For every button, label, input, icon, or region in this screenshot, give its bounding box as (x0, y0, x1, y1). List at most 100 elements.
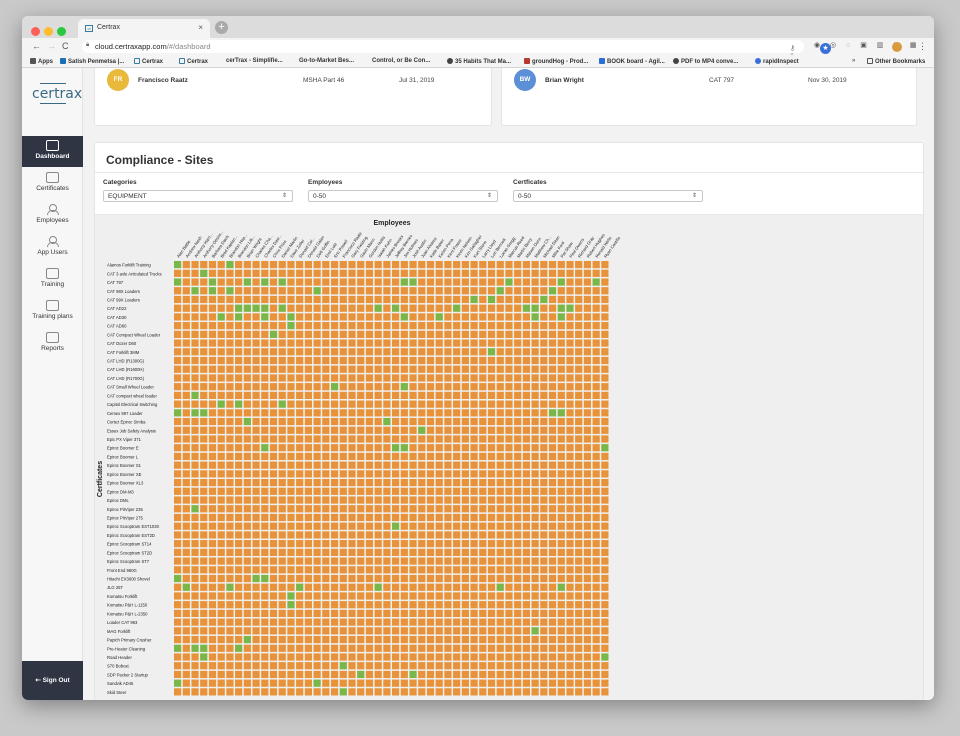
non-compliant-cell (339, 601, 347, 609)
non-compliant-cell (496, 461, 504, 469)
non-compliant-cell (392, 383, 400, 391)
menu-dots-icon[interactable]: ⋮ (918, 41, 927, 52)
non-compliant-cell (548, 426, 557, 434)
non-compliant-cell (174, 540, 182, 548)
back-icon[interactable]: ← (32, 41, 41, 51)
sidebar-item-certificates[interactable]: Certificates (22, 168, 83, 199)
non-compliant-cell (435, 522, 443, 530)
non-compliant-cell (583, 670, 592, 679)
non-compliant-cell (278, 688, 286, 696)
non-compliant-cell (330, 444, 339, 452)
non-compliant-cell (557, 679, 565, 687)
profile-avatar[interactable] (892, 42, 902, 52)
non-compliant-cell (313, 339, 321, 347)
reload-icon[interactable]: C (62, 41, 69, 51)
employees-filter-select[interactable]: 0-50 ⇕ (308, 190, 498, 202)
bookmarks-overflow-button[interactable]: » (852, 58, 855, 64)
url-field[interactable]: 🔒︎ cloud.certraxapp.com/#/dashboard ⚷ ⌕★ (82, 40, 831, 59)
non-compliant-cell (296, 557, 304, 565)
compliant-cell (182, 583, 190, 591)
non-compliant-cell (505, 601, 513, 609)
non-compliant-cell (217, 583, 225, 591)
sign-out-button[interactable]: ⇠ Sign Out (22, 661, 83, 700)
non-compliant-cell (392, 356, 400, 365)
non-compliant-cell (252, 435, 260, 443)
non-compliant-cell (435, 644, 443, 652)
bookmark-groundhog[interactable]: groundHog - Prod... (524, 58, 588, 65)
non-compliant-cell (479, 339, 487, 347)
non-compliant-cell (174, 269, 182, 277)
non-compliant-cell (435, 356, 443, 365)
non-compliant-cell (479, 348, 487, 356)
non-compliant-cell (374, 330, 382, 338)
non-compliant-cell (261, 374, 269, 382)
compliant-cell (243, 635, 251, 644)
compliant-cell (217, 400, 225, 408)
non-compliant-cell (479, 679, 487, 687)
non-compliant-cell (208, 452, 217, 461)
non-compliant-cell (357, 269, 365, 277)
non-compliant-cell (583, 287, 592, 295)
non-compliant-cell (514, 295, 522, 304)
bookmark-go-to-market[interactable]: Go-to-Market Bes... (299, 58, 354, 64)
sidebar-item-reports[interactable]: Reports (22, 328, 83, 359)
non-compliant-cell (575, 295, 583, 304)
certrax-logo[interactable]: certrax (32, 83, 82, 104)
non-compliant-cell (365, 322, 374, 330)
close-tab-icon[interactable]: × (198, 23, 203, 32)
certificate-row-label: CAT Dozer D60 (107, 341, 137, 346)
non-compliant-cell (374, 435, 382, 443)
non-compliant-cell (226, 356, 234, 365)
sidebar-item-app-users[interactable]: App Users (22, 232, 83, 263)
non-compliant-cell (365, 583, 374, 591)
non-compliant-cell (400, 374, 408, 382)
bookmark-35-habits[interactable]: 35 Habits That Ma... (447, 58, 511, 65)
non-compliant-cell (226, 618, 234, 626)
compliant-cell (400, 313, 408, 321)
maximize-window-icon[interactable] (57, 27, 66, 36)
bookmark-linkedin[interactable]: Satish Penmetsa |... (60, 58, 124, 65)
forward-icon[interactable]: → (47, 41, 56, 51)
bookmark-book-board[interactable]: BOOK board - Agil... (599, 58, 665, 65)
non-compliant-cell (278, 435, 286, 443)
non-compliant-cell (235, 278, 243, 286)
sidebar-item-training[interactable]: Training (22, 264, 83, 295)
non-compliant-cell (461, 261, 469, 269)
sidebar-item-employees[interactable]: Employees (22, 200, 83, 231)
categories-select[interactable]: EQUIPMENT ⇕ (103, 190, 293, 202)
non-compliant-cell (200, 505, 208, 513)
non-compliant-cell (357, 522, 365, 530)
non-compliant-cell (479, 313, 487, 321)
bookmark-apps[interactable]: Apps (30, 58, 53, 65)
non-compliant-cell (601, 479, 609, 487)
non-compliant-cell (322, 313, 330, 321)
bookmark-control[interactable]: Control, or Be Con... (372, 58, 430, 64)
non-compliant-cell (453, 662, 461, 670)
browser-tab[interactable]: ct Certrax × (78, 19, 210, 38)
non-compliant-cell (540, 635, 548, 644)
non-compliant-cell (453, 287, 461, 295)
non-compliant-cell (296, 670, 304, 679)
bookmark-pdf-to-mp4[interactable]: PDF to MP4 conve... (673, 58, 738, 65)
bookmark-rapidinspect[interactable]: rapidInspect (755, 58, 799, 65)
non-compliant-cell (461, 400, 469, 408)
close-window-icon[interactable] (31, 27, 40, 36)
heatmap-svg: EmployeesCertficatesAlan BattleAndrew Na… (97, 220, 622, 696)
new-tab-button[interactable]: + (215, 21, 228, 34)
bookmark-certrax-1[interactable]: Certrax (134, 58, 163, 65)
bookmark-certrax-2[interactable]: Certrax (179, 58, 208, 65)
non-compliant-cell (409, 513, 417, 522)
bookmarks-bar: Apps Satish Penmetsa |... Certrax Certra… (22, 55, 934, 68)
non-compliant-cell (252, 522, 260, 530)
non-compliant-cell (505, 592, 513, 600)
employees-icon (46, 204, 59, 215)
non-compliant-cell (566, 374, 574, 382)
sidebar-item-dashboard[interactable]: Dashboard (22, 136, 83, 167)
bookmark-certrax-simplified[interactable]: cerTrax - Simplifie... (226, 58, 283, 64)
minimize-window-icon[interactable] (44, 27, 53, 36)
extension-icons[interactable]: ◉ ◎ ◌ ▣ ▥ ◧ ▦ (814, 41, 921, 49)
sidebar-item-training-plans[interactable]: Training plans (22, 296, 83, 327)
other-bookmarks-folder[interactable]: Other Bookmarks (867, 58, 925, 65)
non-compliant-cell (531, 531, 539, 539)
certificates-filter-select[interactable]: 0-50 ⇕ (513, 190, 703, 202)
